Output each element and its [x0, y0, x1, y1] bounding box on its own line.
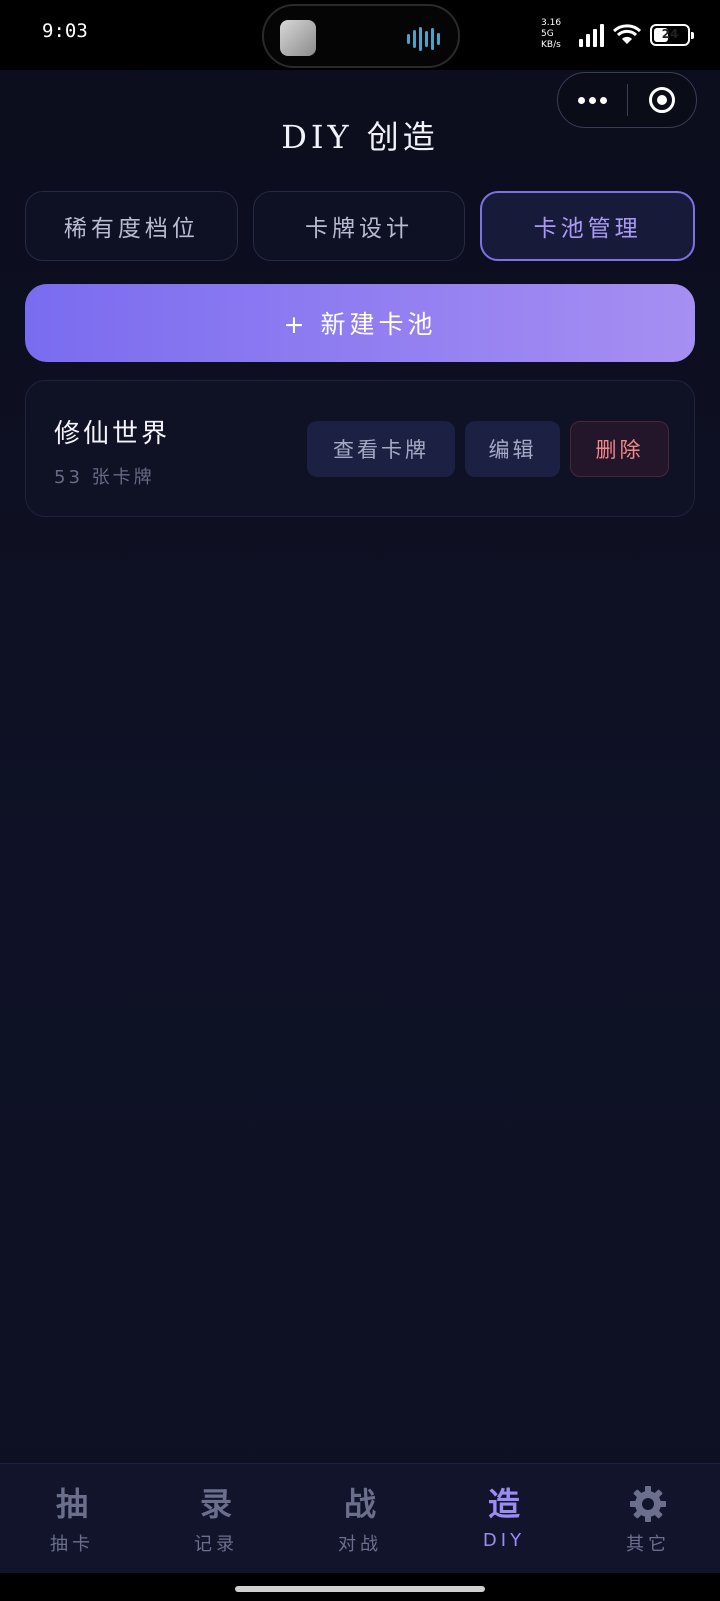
tab-bar: 稀有度档位 卡牌设计 卡池管理: [25, 191, 696, 261]
bottom-nav: 抽 抽卡 录 记录 战 对战 造 DIY 其它: [0, 1463, 720, 1574]
status-bar: 9:03 3.16 5G KB/s 24: [0, 0, 720, 70]
nav-label-draw: 抽卡: [50, 1534, 94, 1555]
home-indicator[interactable]: [235, 1586, 485, 1592]
nav-item-diy[interactable]: 造 DIY: [432, 1464, 576, 1574]
tab-rarity-levels[interactable]: 稀有度档位: [25, 191, 238, 261]
page-title: DIY 创造: [281, 118, 439, 156]
records-icon: 录: [199, 1485, 232, 1523]
nav-label-battle: 对战: [338, 1534, 382, 1555]
net-speed-unit: KB/s: [541, 40, 561, 50]
gear-icon: [628, 1484, 668, 1524]
pool-actions: 查看卡牌 编辑 删除: [307, 421, 669, 477]
close-miniprogram-icon[interactable]: [628, 87, 697, 113]
nav-item-records[interactable]: 录 记录: [144, 1464, 288, 1574]
nav-item-other[interactable]: 其它: [576, 1464, 720, 1574]
nav-label-records: 记录: [194, 1534, 238, 1555]
nav-item-draw[interactable]: 抽 抽卡: [0, 1464, 144, 1574]
tab-pool-management[interactable]: 卡池管理: [480, 191, 696, 261]
nav-label-diy: DIY: [482, 1530, 526, 1551]
draw-icon: 抽: [55, 1485, 88, 1523]
new-pool-button[interactable]: + 新建卡池: [25, 284, 695, 362]
status-indicators: 3.16 5G KB/s 24: [541, 18, 694, 51]
delete-pool-button[interactable]: 删除: [570, 421, 669, 477]
audio-wave-icon: [407, 26, 440, 52]
battery-level: 24: [661, 26, 679, 41]
create-icon: 造: [487, 1485, 520, 1523]
nav-item-battle[interactable]: 战 对战: [288, 1464, 432, 1574]
wifi-icon: [612, 23, 642, 44]
pool-card: 修仙世界 53 张卡牌 查看卡牌 编辑 删除: [25, 380, 695, 517]
status-time: 9:03: [42, 20, 88, 42]
battery-icon: 24: [650, 23, 694, 46]
pool-name: 修仙世界: [54, 419, 171, 449]
view-cards-button[interactable]: 查看卡牌: [307, 421, 455, 477]
edit-pool-button[interactable]: 编辑: [465, 421, 560, 477]
more-icon[interactable]: [558, 96, 627, 104]
system-bottom-bar: [0, 1573, 720, 1601]
net-speed-value: 3.16: [541, 18, 562, 28]
battle-icon: 战: [343, 1485, 376, 1523]
island-app-icon: [280, 20, 316, 56]
nav-label-other: 其它: [626, 1534, 670, 1555]
pool-card-count: 53 张卡牌: [54, 467, 155, 488]
net-type: 5G: [541, 29, 554, 39]
dynamic-island: [262, 4, 460, 68]
signal-icon: [579, 23, 604, 47]
network-speed: 3.16 5G KB/s: [541, 18, 571, 51]
tab-card-design[interactable]: 卡牌设计: [252, 191, 466, 261]
gear-icon-svg: [630, 1486, 666, 1522]
